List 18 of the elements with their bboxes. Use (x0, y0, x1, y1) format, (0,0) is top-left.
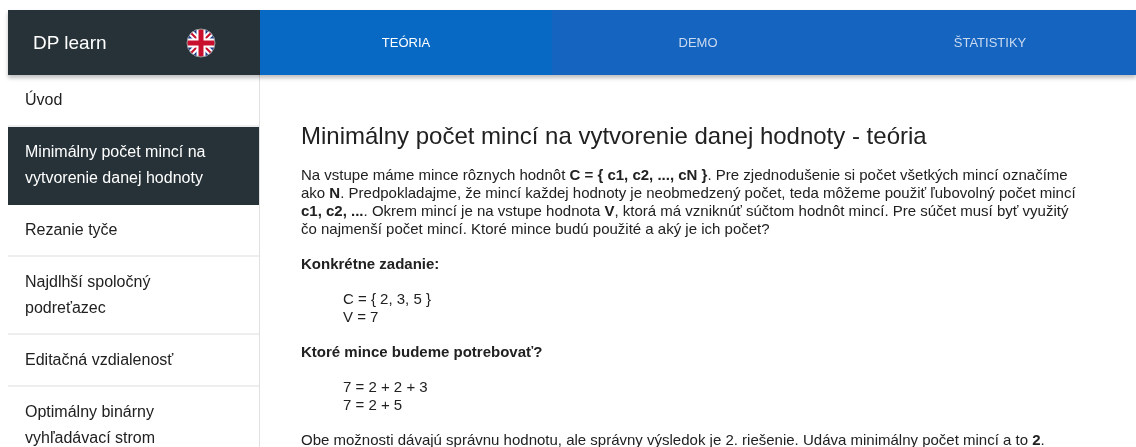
sidebar-item[interactable]: Najdlhší spoločný podreťazec (8, 257, 259, 335)
sidebar-item[interactable]: Optimálny binárny vyhľadávací strom (8, 387, 259, 447)
nav-tab[interactable]: TEÓRIA (260, 10, 552, 75)
page-heading: Minimálny počet mincí na vytvorenie danej hodnoty - teória (301, 122, 928, 150)
sidebar-item[interactable]: Editačná vzdialenosť (8, 335, 259, 387)
section-subheading: Ktoré mince budeme potrebovať? (301, 343, 544, 361)
sidebar-item[interactable]: Minimálny počet mincí na vytvorenie danej hodnoty (8, 127, 259, 205)
app-title: DP learn (33, 31, 107, 54)
formula-line: C = { 2, 3, 5 } (343, 290, 432, 308)
formula-line: 7 = 2 + 5 (343, 396, 404, 414)
paragraph: Na vstupe máme mince rôznych hodnôt C = { c1, c2, ..., cN }. Pre zjednodušenie si počet všetkých mincí označíme ako N. Predpokladajme, že mincí každej hodnoty je neobmedzený počet, teda môžeme použiť ľubovolný počet mincí c1, c2, .... Okrem mincí je na vstupe hodnota V, ktorá má vzniknúť súčtom hodnôt mincí. Pre súčet musí byť využitý čo najmenší počet mincí. Ktoré mince budú použité a aký je ich počet? (301, 166, 1077, 238)
sidebar-item[interactable]: Rezanie tyče (8, 205, 259, 257)
nav-tab[interactable]: DEMO (552, 10, 844, 75)
formula-line: 7 = 2 + 2 + 3 (343, 378, 429, 396)
formula-line: V = 7 (343, 308, 380, 326)
union-jack-flag-icon[interactable] (186, 27, 216, 58)
section-subheading: Konkrétne zadanie: (301, 255, 441, 273)
nav-tab[interactable]: ŠTATISTIKY (844, 10, 1136, 75)
